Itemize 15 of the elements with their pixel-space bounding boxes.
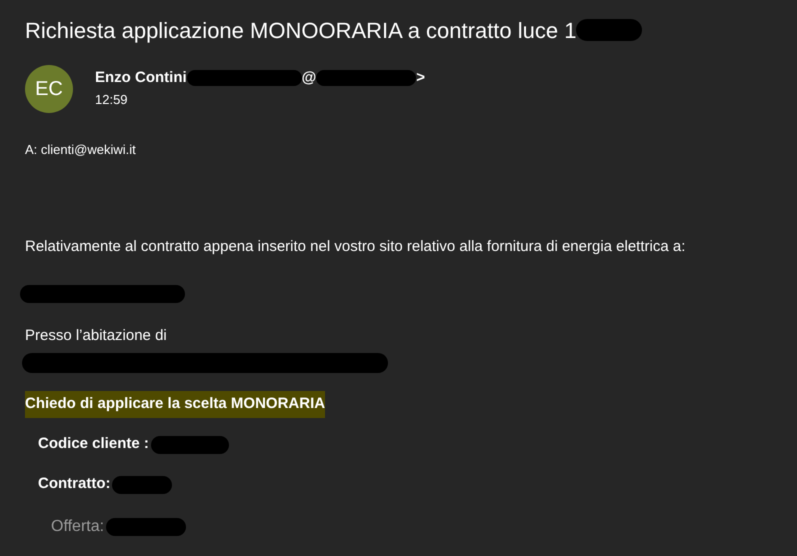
- body-text: Presso l’abitazione di: [25, 326, 167, 346]
- recipient-line: A: clienti@wekiwi.it: [25, 142, 136, 157]
- sent-time: 12:59: [95, 91, 129, 110]
- body-text: Offerta:: [51, 516, 104, 536]
- highlighted-text: Chiedo di applicare la scelta MONORARIA: [25, 391, 326, 418]
- body-text: Relativamente al contratto appena inserito nel vostro sito relativo alla fornitura di energia elettrica a:: [25, 237, 686, 258]
- redaction-mark: [576, 19, 642, 41]
- sender-name: >: [416, 68, 426, 88]
- sender-name: Enzo Contini: [95, 68, 187, 88]
- sender-name: @: [302, 68, 316, 88]
- body-text: Codice cliente :: [38, 434, 149, 454]
- redaction-mark: [112, 476, 172, 494]
- body-text: Contratto:: [38, 474, 110, 494]
- email-subject: Richiesta applicazione MONOORARIA a contratto luce 1: [25, 16, 576, 45]
- avatar: EC: [25, 65, 73, 113]
